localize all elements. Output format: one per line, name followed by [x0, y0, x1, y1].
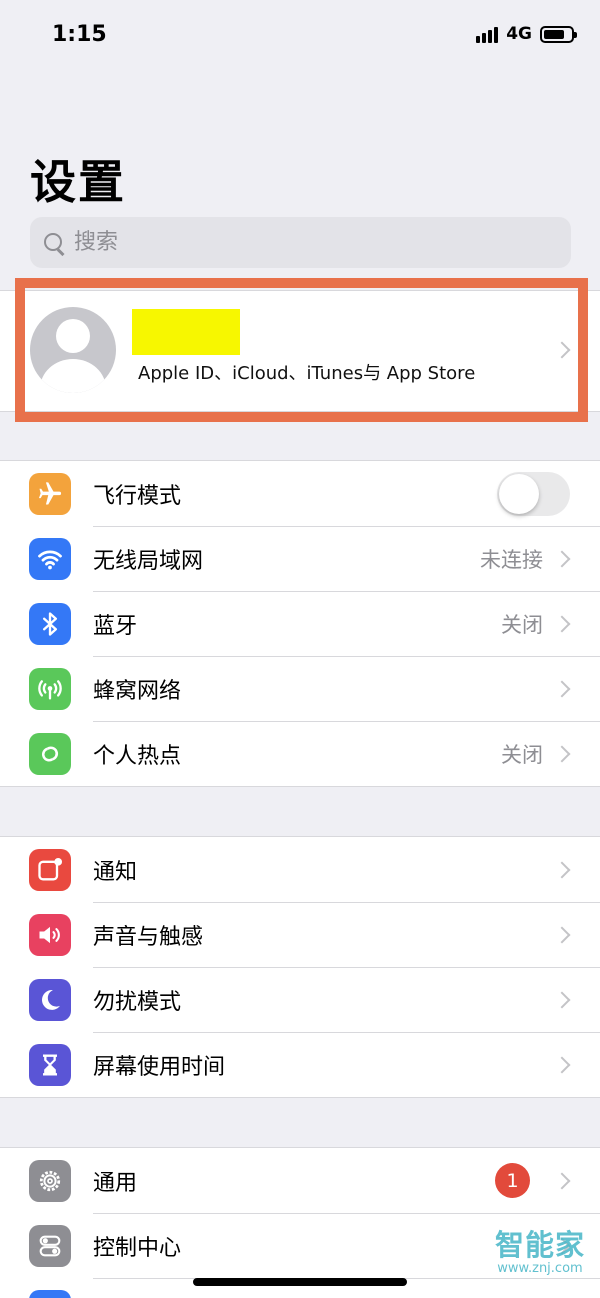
chevron-right-icon [553, 680, 571, 698]
settings-row-screen-time[interactable]: 屏幕使用时间 [0, 1032, 600, 1097]
settings-row-general[interactable]: 通用 1 [0, 1148, 600, 1213]
row-value: 关闭 [501, 743, 543, 767]
chevron-right-icon [553, 615, 571, 633]
status-time: 1:15 [52, 22, 107, 47]
notification-badge: 1 [495, 1163, 530, 1198]
notifications-group: 通知 声音与触感 勿扰模式 屏幕使用时间 [0, 836, 600, 1098]
avatar [30, 307, 116, 393]
battery-icon [540, 25, 577, 43]
airplane-icon [29, 473, 71, 515]
row-value: 未连接 [480, 548, 543, 572]
status-indicators: 4G [476, 24, 577, 44]
row-label: 个人热点 [93, 744, 182, 769]
row-label: 无线局域网 [93, 549, 204, 574]
chevron-right-icon [553, 1056, 571, 1074]
chevron-right-icon [553, 341, 571, 359]
page-title: 设置 [30, 155, 126, 209]
settings-row-cellular[interactable]: 蜂窝网络 [0, 656, 600, 721]
gear-icon [29, 1160, 71, 1202]
network-type: 4G [506, 24, 532, 44]
row-label: 控制中心 [93, 1236, 182, 1261]
signal-strength-icon [476, 25, 499, 43]
apple-id-profile-row[interactable]: Apple ID、iCloud、iTunes与 App Store [0, 290, 600, 412]
row-label: 通知 [93, 860, 138, 885]
chevron-right-icon [553, 550, 571, 568]
display-icon [29, 1290, 71, 1298]
watermark-text: 智能家 [494, 1228, 585, 1262]
moon-icon [29, 979, 71, 1021]
speaker-icon [29, 914, 71, 956]
cellular-antenna-icon [29, 668, 71, 710]
row-label: 通用 [93, 1171, 138, 1196]
settings-row-personal-hotspot[interactable]: 个人热点 关闭 [0, 721, 600, 786]
search-input[interactable] [74, 230, 554, 255]
row-label: 蜂窝网络 [93, 679, 182, 704]
airplane-mode-toggle[interactable] [497, 472, 570, 516]
status-bar: 1:15 4G [0, 0, 600, 70]
row-label: 屏幕使用时间 [93, 1055, 226, 1080]
settings-row-wifi[interactable]: 无线局域网 未连接 [0, 526, 600, 591]
connectivity-group: 飞行模式 无线局域网 未连接 蓝牙 关闭 蜂窝网络 个人热点 关闭 [0, 460, 600, 787]
settings-row-sounds[interactable]: 声音与触感 [0, 902, 600, 967]
hotspot-icon [29, 733, 71, 775]
row-label: 勿扰模式 [93, 990, 182, 1015]
watermark-logo: 智能家 www.znj.com [488, 1228, 592, 1276]
bluetooth-icon [29, 603, 71, 645]
settings-row-airplane-mode[interactable]: 飞行模式 [0, 461, 600, 526]
search-bar[interactable] [30, 217, 571, 268]
chevron-right-icon [553, 745, 571, 763]
row-value: 关闭 [501, 613, 543, 637]
home-indicator[interactable] [193, 1278, 407, 1286]
chevron-right-icon [553, 926, 571, 944]
redacted-account-name [132, 309, 240, 355]
profile-subtitle: Apple ID、iCloud、iTunes与 App Store [138, 363, 476, 384]
wifi-icon [29, 538, 71, 580]
watermark-url: www.znj.com [497, 1261, 583, 1276]
row-label: 声音与触感 [93, 925, 204, 950]
row-label: 蓝牙 [93, 614, 138, 639]
search-icon [42, 231, 66, 255]
settings-row-notifications[interactable]: 通知 [0, 837, 600, 902]
toggles-icon [29, 1225, 71, 1267]
chevron-right-icon [553, 991, 571, 1009]
notifications-icon [29, 849, 71, 891]
settings-row-do-not-disturb[interactable]: 勿扰模式 [0, 967, 600, 1032]
chevron-right-icon [553, 861, 571, 879]
row-label: 飞行模式 [93, 484, 182, 509]
settings-row-bluetooth[interactable]: 蓝牙 关闭 [0, 591, 600, 656]
hourglass-icon [29, 1044, 71, 1086]
chevron-right-icon [553, 1172, 571, 1190]
